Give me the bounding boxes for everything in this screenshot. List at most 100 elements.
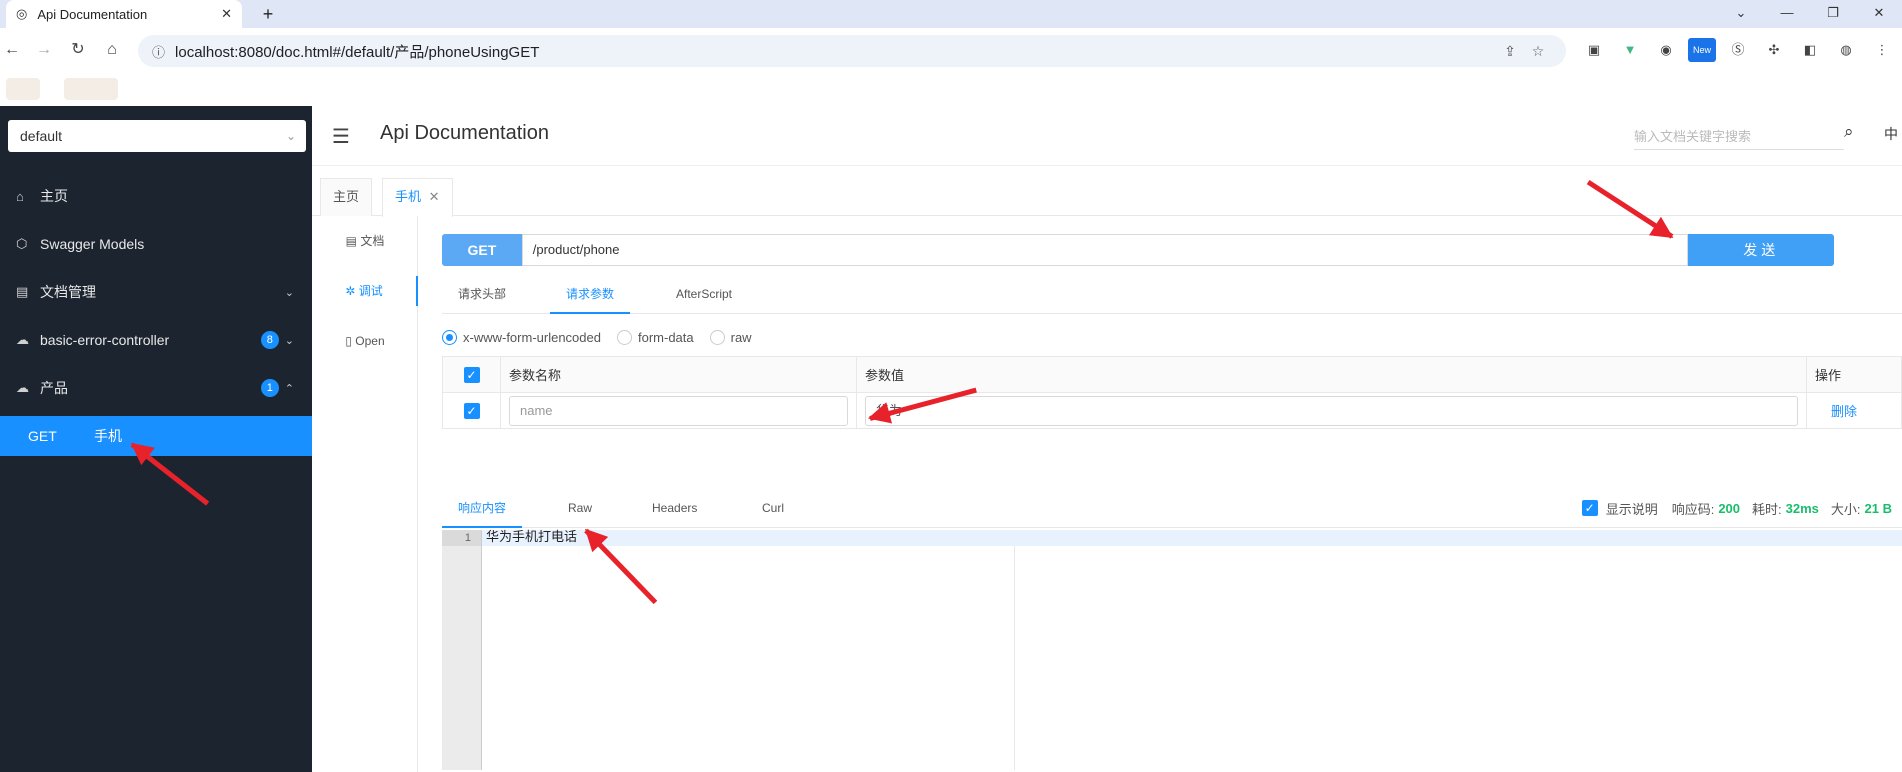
tab-phone[interactable]: 手机 ✕ [382,178,453,217]
url-text[interactable]: localhost:8080/doc.html#/default/产品/phon… [175,41,1496,62]
project-select-value: default [20,128,63,144]
language-toggle[interactable]: 中 [1884,124,1898,144]
document-icon: ▤ [345,234,357,248]
param-name-cell: name [500,392,857,429]
response-meta: ✓ 显示说明 响应码: 200 耗时: 32ms 大小: 21 B [1581,488,1892,528]
radio-icon [709,329,725,345]
new-tab-button[interactable]: + [256,2,280,26]
send-button[interactable]: 发送 [1688,234,1834,266]
sub-nav-doc[interactable]: ▤ 文档 [312,226,418,256]
extension-s-icon[interactable]: Ⓢ [1720,38,1756,62]
show-desc-checkbox[interactable]: ✓ [1581,500,1598,516]
back-icon[interactable]: ← [0,38,24,62]
menu-fold-icon[interactable]: ☰ [332,124,350,149]
print-margin [1014,546,1015,770]
more-menu-icon[interactable]: ⋮ [1864,38,1900,62]
puzzle-icon[interactable]: ✣ [1756,38,1792,62]
table-row: ✓ name 华为 删除 [442,392,1902,429]
row-checkbox[interactable]: ✓ [463,402,480,419]
close-tab-icon[interactable]: ✕ [221,6,232,22]
params-table: ✓ 参数名称 参数值 操作 ✓ name 华为 删除 [442,356,1902,429]
search-icon[interactable]: ⌕ [1844,122,1854,142]
select-all-cell: ✓ [442,356,501,393]
project-select[interactable]: default ⌄ [8,120,306,152]
extension-new-icon[interactable]: New [1688,38,1716,62]
sidebar-item-label: 手机 [94,428,122,444]
sidebar-item-swagger-models[interactable]: ⬡ Swagger Models [0,220,312,268]
count-badge: 8 [260,331,279,349]
sidebar-item-product[interactable]: ☁ 产品 1 ⌃ [0,364,312,412]
search-input[interactable]: 输入文档关键字搜索 [1634,124,1844,150]
request-bar: GET /product/phone 发送 [442,234,1834,266]
tab-label: 手机 [395,189,422,204]
response-editor[interactable]: 1 华为手机打电话 [442,530,1902,770]
tab-response-curl[interactable]: Curl [746,488,800,528]
radio-label: x-www-form-urlencoded [463,329,601,345]
restore-icon[interactable]: ❐ [1810,0,1856,28]
forward-icon[interactable]: → [32,38,56,62]
method-badge: GET [442,234,522,266]
tab-response-content[interactable]: 响应内容 [442,488,523,528]
method-label: GET [28,428,57,444]
header: ☰ Api Documentation 输入文档关键字搜索 ⌕ 中 [312,106,1902,166]
bookmark-star-icon[interactable]: ☆ [1524,43,1552,60]
sidebar-item-label: Swagger Models [40,236,145,252]
tab-search-icon[interactable]: ⌄ [1718,0,1764,28]
time-value: 32ms [1785,500,1819,516]
tab-afterscript[interactable]: AfterScript [660,274,748,314]
chevron-down-icon: ⌄ [285,129,296,143]
table-header-row: ✓ 参数名称 参数值 操作 [442,356,1902,393]
tab-request-headers[interactable]: 请求头部 [442,274,522,314]
column-header-name: 参数名称 [500,356,857,393]
close-icon[interactable]: ✕ [429,189,440,204]
sidebar-item-home[interactable]: ⌂ 主页 [0,172,312,220]
radio-label: raw [730,329,752,345]
bookmark-item[interactable] [6,78,40,100]
sidebar-item-phone-get[interactable]: GET 手机 [0,416,312,456]
radio-urlencoded[interactable]: x-www-form-urlencoded [442,329,601,345]
minimize-icon[interactable]: — [1764,0,1810,28]
home-browser-icon[interactable]: ⌂ [100,38,124,62]
profile-icon[interactable]: ◍ [1828,38,1864,62]
window-close-icon[interactable]: ✕ [1856,0,1902,28]
response-tabs: 响应内容 Raw Headers Curl ✓ 显示说明 响应码: 200 耗时… [442,488,1902,528]
sidebar-item-basic-error-controller[interactable]: ☁ basic-error-controller 8 ⌄ [0,316,312,364]
vue-devtools-icon[interactable]: ▼ [1612,38,1648,62]
count-badge: 1 [260,379,279,397]
page-tabs: 主页 手机 ✕ [312,174,1902,217]
sub-nav-label: 文档 [360,234,385,248]
request-url-input[interactable]: /product/phone [521,234,1689,266]
param-value-input[interactable]: 华为 [865,395,1798,426]
tab-home[interactable]: 主页 [320,178,373,216]
sub-nav-open[interactable]: ▯ Open [312,326,418,356]
browser-tab-api-docs[interactable]: ◎ Api Documentation ✕ [6,0,242,28]
tab-response-headers[interactable]: Headers [636,488,713,528]
tab-request-params[interactable]: 请求参数 [550,274,631,314]
sub-nav-debug[interactable]: ✲ 调试 [312,276,418,306]
extension-circle-icon[interactable]: ◉ [1648,38,1684,62]
site-info-icon[interactable]: ⓘ [152,42,165,61]
sidebar: default ⌄ ⌂ 主页 ⬡ Swagger Models ▤ 文档管理 ⌄… [0,106,312,772]
line-gutter: 1 [442,530,482,770]
select-all-checkbox[interactable]: ✓ [463,366,480,383]
address-bar[interactable]: ⓘ localhost:8080/doc.html#/default/产品/ph… [138,35,1566,67]
param-name-input[interactable]: name [509,395,848,426]
size-value: 21 B [1864,500,1892,516]
column-header-op: 操作 [1806,356,1902,393]
chevron-down-icon: ⌄ [284,334,294,347]
bookmark-item[interactable] [64,78,118,100]
tab-response-raw[interactable]: Raw [552,488,608,528]
side-panel-icon[interactable]: ◧ [1792,38,1828,62]
share-icon[interactable]: ⇪ [1496,43,1524,60]
extension-icon[interactable]: ▣ [1576,38,1612,62]
status-code-label: 响应码: [1671,501,1715,517]
radio-form-data[interactable]: form-data [616,329,694,345]
sub-nav-label: 调试 [358,284,383,298]
main-panel: ☰ Api Documentation 输入文档关键字搜索 ⌕ 中 主页 手机 … [312,106,1902,772]
chevron-down-icon: ⌄ [284,286,294,299]
reload-icon[interactable]: ↻ [66,38,90,62]
delete-param-link[interactable]: 删除 [1831,404,1857,419]
sidebar-item-doc-manage[interactable]: ▤ 文档管理 ⌄ [0,268,312,316]
cloud-icon: ☁ [16,380,29,395]
radio-raw[interactable]: raw [709,329,752,345]
